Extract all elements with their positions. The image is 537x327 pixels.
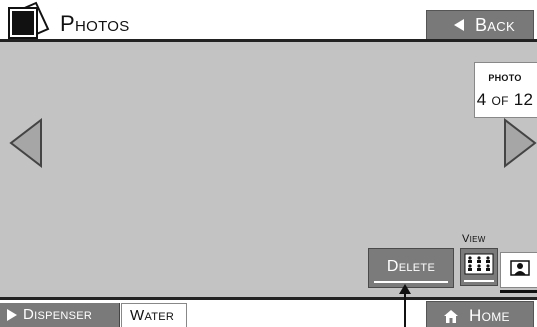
photo-counter: photo 4 of 12 (474, 62, 537, 118)
grid-view-underline (464, 280, 494, 282)
delete-button[interactable]: Delete (368, 248, 454, 288)
photos-app-icon (8, 1, 50, 41)
photo-counter-value: 4 of 12 (476, 90, 534, 109)
play-arrow-icon (7, 309, 17, 321)
tab-water-label: Water (130, 307, 175, 324)
delete-underline (374, 281, 448, 283)
single-view-icon (510, 260, 530, 276)
home-icon (444, 310, 458, 323)
delete-label: Delete (386, 258, 436, 275)
tab-water[interactable]: Water (121, 303, 187, 327)
top-bar: Photos Back (0, 0, 537, 44)
back-button[interactable]: Back (426, 10, 534, 40)
photo-counter-label: photo (488, 69, 522, 84)
single-view-underline (500, 290, 537, 293)
previous-photo-arrow-icon[interactable] (8, 118, 46, 168)
home-button[interactable]: Home (426, 301, 534, 327)
bottom-divider (0, 297, 537, 300)
pointer-arrow-icon (399, 284, 411, 327)
tab-dispenser-label: Dispenser (23, 306, 93, 323)
grid-view-icon (464, 253, 494, 275)
single-view-button[interactable] (500, 252, 537, 293)
page-title: Photos (60, 11, 130, 36)
back-arrow-icon (454, 19, 464, 31)
tab-dispenser[interactable]: Dispenser (0, 303, 120, 327)
grid-view-button[interactable] (460, 248, 498, 286)
photo-viewer (0, 42, 537, 297)
back-label: Back (475, 15, 515, 35)
home-label: Home (469, 306, 510, 325)
next-photo-arrow-icon[interactable] (503, 118, 537, 168)
view-label: View (462, 233, 486, 245)
